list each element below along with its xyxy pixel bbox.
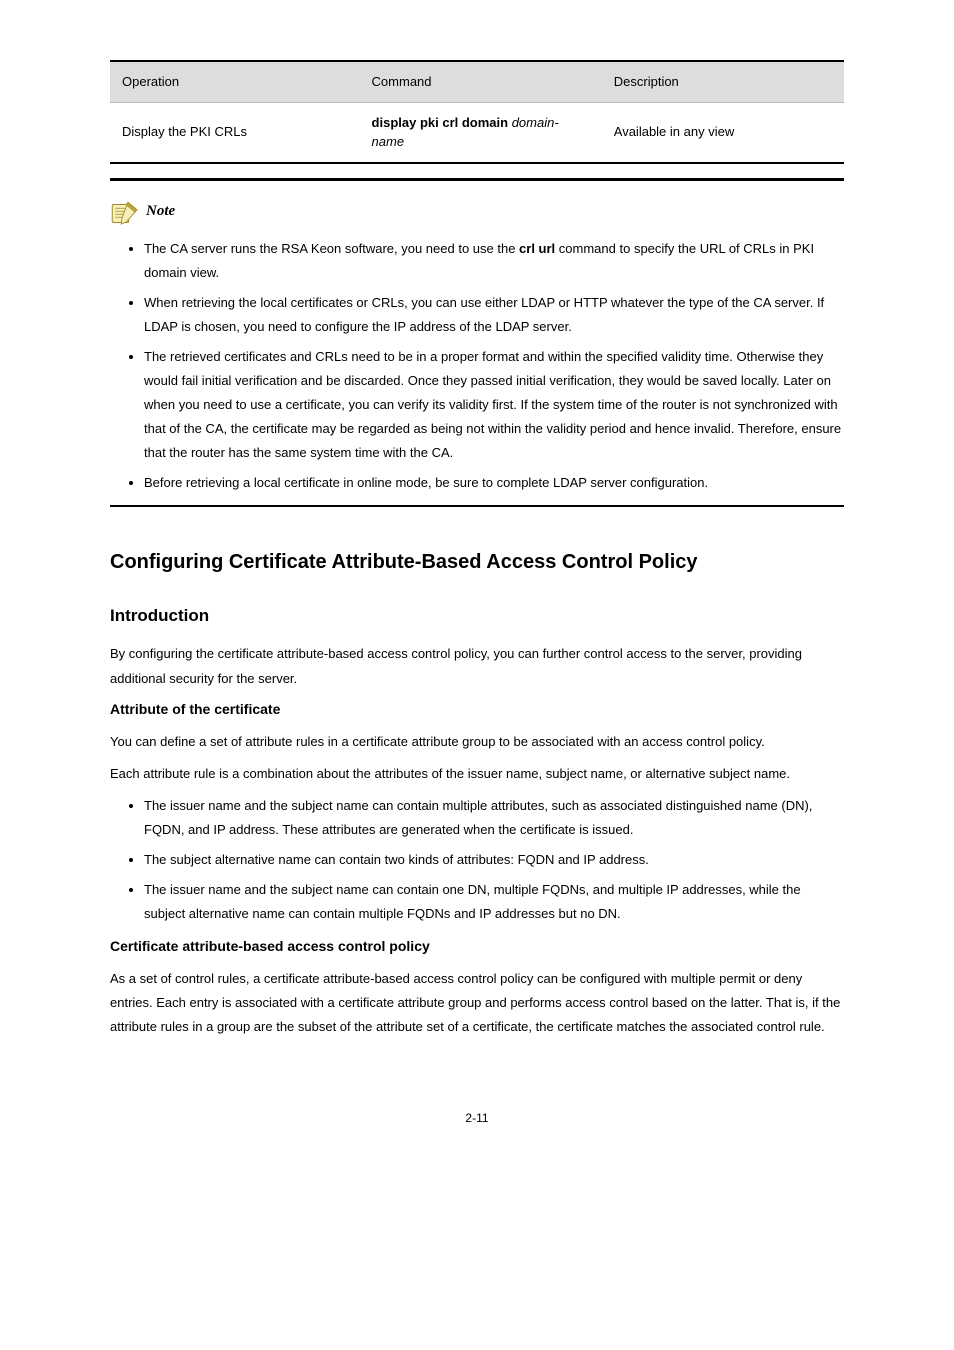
attribute-list: The issuer name and the subject name can… [110,794,844,926]
table-cell-operation: Display the PKI CRLs [110,102,360,163]
paragraph: Each attribute rule is a combination abo… [110,762,844,786]
table-header-cell: Operation [110,61,360,102]
note-bottom-rule [110,505,844,507]
paragraph: As a set of control rules, a certificate… [110,967,844,1039]
page-number: 2-11 [110,1109,844,1127]
subsub-heading-policy: Certificate attribute-based access contr… [110,936,844,957]
section-heading: Configuring Certificate Attribute-Based … [110,547,844,577]
table-cell-description: Available in any view [602,102,844,163]
table-cell-command: display pki crl domain domain-name [360,102,602,163]
list-item: The subject alternative name can contain… [144,848,844,872]
note-label: Note [146,200,175,223]
pki-crl-table: Operation Command Description Display th… [110,60,844,164]
list-item: The issuer name and the subject name can… [144,794,844,842]
list-item: The retrieved certificates and CRLs need… [144,345,844,465]
table-header-cell: Description [602,61,844,102]
note-icon [110,199,140,225]
note-top-rule [110,178,844,181]
paragraph: You can define a set of attribute rules … [110,730,844,754]
note-list: The CA server runs the RSA Keon software… [110,237,844,495]
table-row: Display the PKI CRLs display pki crl dom… [110,102,844,163]
table-header-cell: Command [360,61,602,102]
list-item: The CA server runs the RSA Keon software… [144,237,844,285]
subsub-heading-attribute: Attribute of the certificate [110,699,844,720]
intro-paragraph: By configuring the certificate attribute… [110,642,844,690]
list-item: When retrieving the local certificates o… [144,291,844,339]
list-item: Before retrieving a local certificate in… [144,471,844,495]
subsection-heading: Introduction [110,603,844,629]
table: Operation Command Description Display th… [110,60,844,164]
list-item: The issuer name and the subject name can… [144,878,844,926]
note-header: Note [110,199,844,225]
